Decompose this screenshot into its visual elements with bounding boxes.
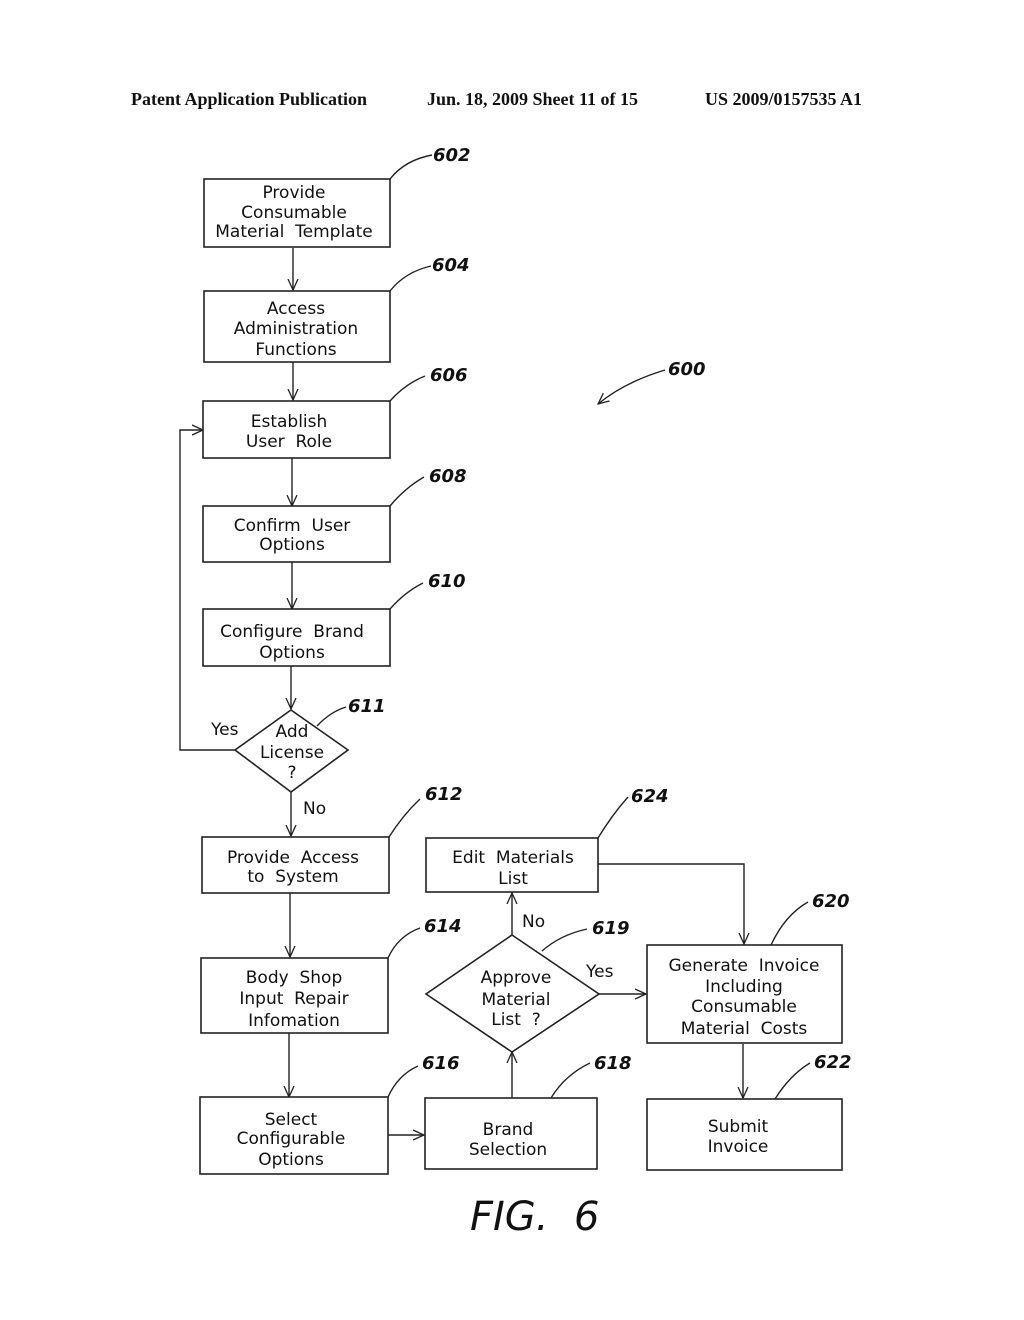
node-608-confirm-options: Confirm User Options 608 <box>202 466 467 563</box>
node-604-access-admin: Access Administration Functions 604 <box>203 255 470 363</box>
node-620-line-2: Including <box>705 977 783 997</box>
edge-label-611-no: No <box>303 799 326 819</box>
edge-label-611-yes: Yes <box>210 720 239 740</box>
node-608-line-1: Confirm User <box>234 516 351 536</box>
edge-label-619-yes: Yes <box>585 962 614 982</box>
node-606-line-1: Establish <box>251 412 328 432</box>
ref-616: 616 <box>422 1053 460 1074</box>
ref-608: 608 <box>429 466 467 487</box>
node-604-line-1: Access <box>267 299 325 319</box>
ref-610: 610 <box>428 571 466 592</box>
ref-604: 604 <box>432 255 470 276</box>
ref-619: 619 <box>592 918 630 939</box>
node-622-line-1: Submit <box>708 1117 769 1137</box>
node-620-line-4: Material Costs <box>681 1019 808 1039</box>
node-624-line-2: List <box>498 869 528 889</box>
node-614-line-3: Infomation <box>248 1011 340 1031</box>
ref-606: 606 <box>430 365 468 386</box>
ref-614: 614 <box>424 916 462 937</box>
node-610-configure-brand: Configure Brand Options 610 <box>202 571 466 667</box>
decision-619-line-1: Approve <box>481 968 552 988</box>
ref-611: 611 <box>348 696 386 717</box>
node-614-line-2: Input Repair <box>239 989 348 1009</box>
decision-619-line-3: List ? <box>491 1010 541 1030</box>
node-610-line-1: Configure Brand <box>220 622 364 642</box>
node-602-line-2: Consumable <box>241 203 347 223</box>
node-624-line-1: Edit Materials <box>452 848 574 868</box>
node-620-line-3: Consumable <box>691 997 797 1017</box>
diagram-reference-600: 600 <box>598 359 706 404</box>
flowchart: Provide Consumable Material Template 602… <box>179 145 852 1240</box>
ref-602: 602 <box>433 145 471 166</box>
node-608-line-2: Options <box>259 535 325 555</box>
node-622-line-2: Invoice <box>708 1137 769 1157</box>
node-616-select-configurable: Select Configurable Options 616 <box>199 1053 460 1175</box>
reference-arrow-icon <box>598 369 666 404</box>
edge-label-619-no: No <box>522 912 545 932</box>
node-620-generate-invoice: Generate Invoice Including Consumable Ma… <box>646 891 850 1044</box>
ref-600: 600 <box>668 359 706 380</box>
node-616-line-1: Select <box>265 1110 318 1130</box>
edge-611-yes-606 <box>179 430 235 751</box>
node-616-line-3: Options <box>258 1150 324 1170</box>
node-616-line-2: Configurable <box>237 1129 346 1149</box>
node-612-provide-access: Provide Access to System 612 <box>201 784 463 894</box>
ref-622: 622 <box>814 1052 852 1073</box>
ref-618: 618 <box>594 1053 632 1074</box>
node-618-line-1: Brand <box>483 1120 534 1140</box>
node-614-body-shop-input: Body Shop Input Repair Infomation 614 <box>200 916 462 1034</box>
ref-624: 624 <box>631 786 669 807</box>
decision-611-line-3: ? <box>287 763 296 783</box>
node-606-establish-role: Establish User Role 606 <box>202 365 468 459</box>
node-612-line-1: Provide Access <box>227 848 359 868</box>
node-614-line-1: Body Shop <box>246 968 342 988</box>
node-606-line-2: User Role <box>246 432 332 452</box>
ref-620: 620 <box>812 891 850 912</box>
node-610-line-2: Options <box>259 643 325 663</box>
node-618-line-2: Selection <box>469 1140 547 1160</box>
node-602-line-3: Material Template <box>215 222 372 242</box>
node-612-line-2: to System <box>247 867 338 887</box>
decision-619-line-2: Material <box>481 990 550 1010</box>
decision-611-line-2: License <box>260 743 324 763</box>
node-604-line-3: Functions <box>255 340 336 360</box>
node-602-provide-template: Provide Consumable Material Template 602 <box>203 145 471 248</box>
node-620-line-1: Generate Invoice <box>669 956 820 976</box>
node-604-line-2: Administration <box>234 319 358 339</box>
decision-611-line-1: Add <box>276 722 309 742</box>
decision-611-add-license: Add License ? 611 Yes No <box>210 696 386 819</box>
figure-label: FIG. 6 <box>470 1194 599 1240</box>
node-622-submit-invoice: Submit Invoice 622 <box>646 1052 852 1171</box>
node-602-line-1: Provide <box>262 183 325 203</box>
ref-612: 612 <box>425 784 463 805</box>
